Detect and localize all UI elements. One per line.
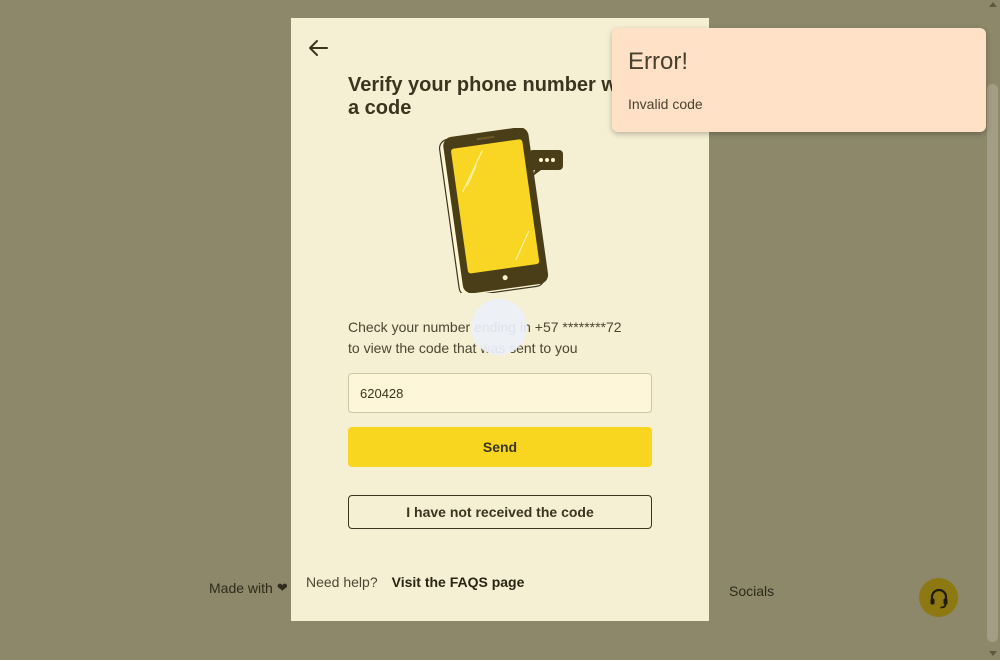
toast-message: Invalid code bbox=[628, 96, 703, 112]
back-button[interactable] bbox=[307, 39, 329, 57]
headset-icon bbox=[930, 588, 947, 608]
footer-made-with: Made with ❤ bbox=[209, 580, 288, 596]
footer-made-with-text: Made with bbox=[209, 580, 273, 596]
support-chat-button[interactable] bbox=[919, 578, 958, 617]
code-not-received-button[interactable]: I have not received the code bbox=[348, 495, 652, 529]
modal-title: Verify your phone number with a code bbox=[348, 74, 642, 119]
phone-illustration bbox=[438, 128, 563, 293]
faqs-link[interactable]: Visit the FAQS page bbox=[392, 574, 525, 590]
scroll-up-arrow-icon[interactable] bbox=[989, 2, 997, 7]
verification-code-input[interactable] bbox=[348, 373, 652, 413]
scrollbar-thumb[interactable] bbox=[987, 84, 998, 642]
scroll-down-arrow-icon[interactable] bbox=[989, 651, 997, 656]
arrow-left-icon bbox=[309, 40, 328, 56]
error-toast: Error! Invalid code bbox=[612, 28, 986, 132]
chat-bubble-icon bbox=[529, 150, 563, 176]
footer-socials[interactable]: Socials bbox=[729, 583, 774, 599]
help-text: Need help? bbox=[306, 574, 378, 590]
loading-spinner bbox=[471, 299, 527, 355]
toast-title: Error! bbox=[628, 48, 688, 75]
send-button[interactable]: Send bbox=[348, 427, 652, 467]
heart-icon: ❤ bbox=[276, 580, 288, 595]
help-row: Need help? Visit the FAQS page bbox=[306, 574, 524, 590]
